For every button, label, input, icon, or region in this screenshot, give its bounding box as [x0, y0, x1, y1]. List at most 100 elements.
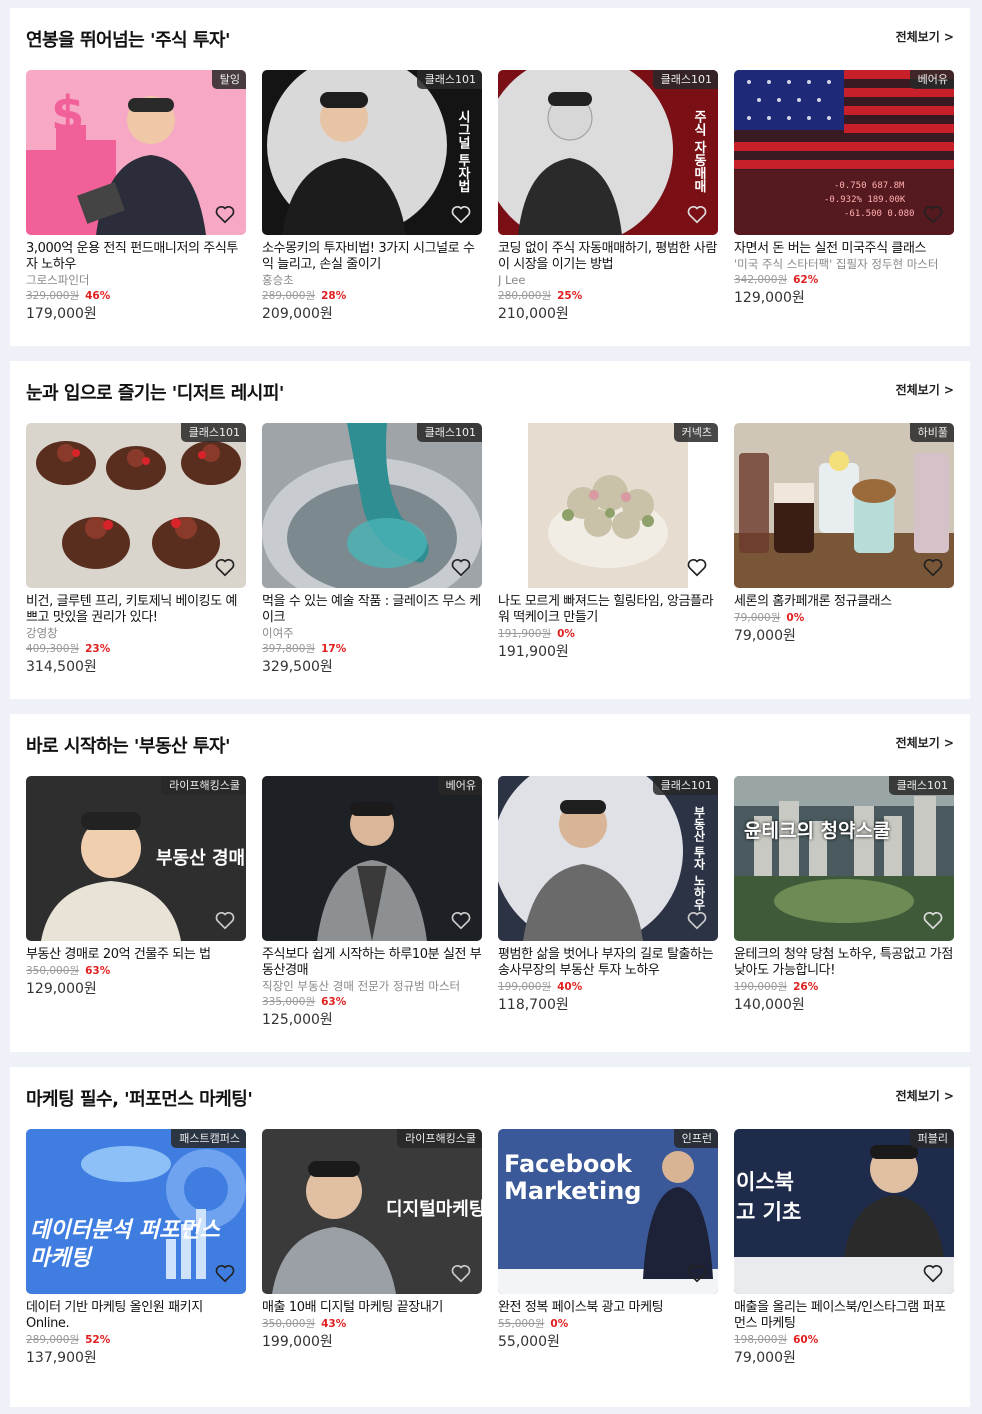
- section-real-estate: 바로 시작하는 '부동산 투자' 전체보기 > 부동산 경매 라이프해킹스쿨 부…: [10, 714, 970, 1052]
- provider-badge: 베어유: [909, 70, 954, 89]
- course-card[interactable]: 데이터분석 퍼포먼스마케팅 패스트캠퍼스 데이터 기반 마케팅 올인원 패키지 …: [26, 1129, 246, 1368]
- course-card[interactable]: 클래스101 먹을 수 있는 예술 작품 : 글레이즈 무스 케이크 이여주 3…: [262, 423, 482, 677]
- sale-price: 329,500원: [262, 659, 333, 675]
- course-card[interactable]: -0.750 687.8M -0.932% 189.00K -61.500 0.…: [734, 70, 954, 308]
- see-all-link[interactable]: 전체보기 >: [896, 28, 954, 45]
- sale-price: 209,000원: [262, 306, 333, 322]
- course-thumbnail[interactable]: Facebook Marketing 인프런: [498, 1129, 718, 1294]
- course-title[interactable]: 비건, 글루텐 프리, 키토제닉 베이킹도 예쁘고 맛있을 권리가 있다!: [26, 594, 246, 626]
- original-price: 350,000원: [262, 1318, 316, 1330]
- provider-badge: 커넥츠: [673, 423, 718, 442]
- course-thumbnail[interactable]: 데이터분석 퍼포먼스마케팅 패스트캠퍼스: [26, 1129, 246, 1294]
- course-card[interactable]: 베어유 주식보다 쉽게 시작하는 하루10분 실전 부동산경매 직장인 부동산 …: [262, 776, 482, 1030]
- course-thumbnail[interactable]: $ 탈잉: [26, 70, 246, 235]
- sale-price: 129,000원: [734, 290, 805, 306]
- heart-icon[interactable]: [214, 203, 236, 225]
- course-title[interactable]: 데이터 기반 마케팅 올인원 패키지 Online.: [26, 1300, 246, 1332]
- course-title[interactable]: 먹을 수 있는 예술 작품 : 글레이즈 무스 케이크: [262, 594, 482, 626]
- provider-badge: 클래스101: [652, 70, 718, 89]
- course-title[interactable]: 매출을 올리는 페이스북/인스타그램 퍼포먼스 마케팅: [734, 1300, 954, 1332]
- discount-rate: 17%: [321, 643, 347, 655]
- course-thumbnail[interactable]: 클래스101: [262, 423, 482, 588]
- discount-rate: 43%: [321, 1318, 347, 1330]
- course-card[interactable]: $ 탈잉 3,000억 운용 전직 펀드매니저의 주식투자 노하우 그로스파인더…: [26, 70, 246, 324]
- course-title[interactable]: 자면서 돈 버는 실전 미국주식 클래스: [734, 241, 954, 257]
- heart-icon[interactable]: [922, 1262, 944, 1284]
- course-card[interactable]: 부동산 투자 노하우 클래스101 평범한 삶을 벗어나 부자의 길로 탈출하는…: [498, 776, 718, 1015]
- heart-icon[interactable]: [686, 909, 708, 931]
- course-thumbnail[interactable]: 디지털마케팅 라이프해킹스쿨: [262, 1129, 482, 1294]
- see-all-link[interactable]: 전체보기 >: [896, 381, 954, 398]
- see-all-link[interactable]: 전체보기 >: [896, 1087, 954, 1104]
- svg-text:-61.500 0.080: -61.500 0.080: [844, 209, 914, 219]
- thumbnail-image: $: [26, 70, 246, 235]
- course-title[interactable]: 윤테크의 청약 당첨 노하우, 특공없고 가점 낮아도 가능합니다!: [734, 947, 954, 979]
- course-card[interactable]: 부동산 경매 라이프해킹스쿨 부동산 경매로 20억 건물주 되는 법 350,…: [26, 776, 246, 999]
- heart-icon[interactable]: [450, 909, 472, 931]
- thumbnail-image: -0.750 687.8M -0.932% 189.00K -61.500 0.…: [734, 70, 954, 235]
- course-title[interactable]: 주식보다 쉽게 시작하는 하루10분 실전 부동산경매: [262, 947, 482, 979]
- discount-rate: 0%: [557, 628, 575, 640]
- course-thumbnail[interactable]: 베어유: [262, 776, 482, 941]
- course-card[interactable]: 주식 자동매매 클래스101 코딩 없이 주식 자동매매하기, 평범한 사람이 …: [498, 70, 718, 324]
- discount-rate: 63%: [321, 996, 347, 1008]
- course-card[interactable]: 커넥츠 나도 모르게 빠져드는 힐링타임, 앙금플라워 떡케이크 만들기 191…: [498, 423, 718, 662]
- course-title[interactable]: 완전 정복 페이스북 광고 마케팅: [498, 1300, 718, 1316]
- heart-icon[interactable]: [922, 556, 944, 578]
- course-title[interactable]: 코딩 없이 주식 자동매매하기, 평범한 사람이 시장을 이기는 방법: [498, 241, 718, 273]
- heart-icon[interactable]: [922, 203, 944, 225]
- heart-icon[interactable]: [450, 1262, 472, 1284]
- provider-badge: 라이프해킹스쿨: [161, 776, 246, 795]
- see-all-link[interactable]: 전체보기 >: [896, 734, 954, 751]
- heart-icon[interactable]: [450, 203, 472, 225]
- course-thumbnail[interactable]: 윤테크의 청약스쿨 클래스101: [734, 776, 954, 941]
- course-card[interactable]: 윤테크의 청약스쿨 클래스101 윤테크의 청약 당첨 노하우, 특공없고 가점…: [734, 776, 954, 1015]
- heart-icon[interactable]: [214, 909, 236, 931]
- provider-badge: 클래스101: [652, 776, 718, 795]
- discount-rate: 63%: [85, 965, 111, 977]
- course-title[interactable]: 소수몽키의 투자비법! 3가지 시그널로 수익 늘리고, 손실 줄이기: [262, 241, 482, 273]
- discount-rate: 23%: [85, 643, 111, 655]
- heart-icon[interactable]: [686, 203, 708, 225]
- course-card[interactable]: 시그널 투자법 클래스101 소수몽키의 투자비법! 3가지 시그널로 수익 늘…: [262, 70, 482, 324]
- course-title[interactable]: 세론의 홈카페개론 정규클래스: [734, 594, 954, 610]
- thumbnail-caption: 데이터분석 퍼포먼스마케팅: [30, 1218, 220, 1271]
- course-card[interactable]: Facebook Marketing 인프런 완전 정복 페이스북 광고 마케팅…: [498, 1129, 718, 1352]
- course-card[interactable]: 디지털마케팅 라이프해킹스쿨 매출 10배 디지털 마케팅 끝장내기 350,0…: [262, 1129, 482, 1352]
- course-thumbnail[interactable]: 주식 자동매매 클래스101: [498, 70, 718, 235]
- heart-icon[interactable]: [214, 556, 236, 578]
- original-price: 198,000원: [734, 1334, 788, 1346]
- heart-icon[interactable]: [922, 909, 944, 931]
- course-title[interactable]: 나도 모르게 빠져드는 힐링타임, 앙금플라워 떡케이크 만들기: [498, 594, 718, 626]
- original-price: 199,000원: [498, 981, 552, 993]
- course-thumbnail[interactable]: 클래스101: [26, 423, 246, 588]
- course-thumbnail[interactable]: -0.750 687.8M -0.932% 189.00K -61.500 0.…: [734, 70, 954, 235]
- course-card[interactable]: 이스북 고 기초 퍼블리 매출을 올리는 페이스북/인스타그램 퍼포먼스 마케팅…: [734, 1129, 954, 1368]
- sale-price: 210,000원: [498, 306, 569, 322]
- course-thumbnail[interactable]: 부동산 투자 노하우 클래스101: [498, 776, 718, 941]
- heart-icon[interactable]: [214, 1262, 236, 1284]
- course-thumbnail[interactable]: 부동산 경매 라이프해킹스쿨: [26, 776, 246, 941]
- provider-badge: 베어유: [437, 776, 482, 795]
- course-title[interactable]: 3,000억 운용 전직 펀드매니저의 주식투자 노하우: [26, 241, 246, 273]
- course-title[interactable]: 부동산 경매로 20억 건물주 되는 법: [26, 947, 246, 963]
- provider-badge: 클래스101: [180, 423, 246, 442]
- course-title[interactable]: 매출 10배 디지털 마케팅 끝장내기: [262, 1300, 482, 1316]
- discount-rate: 46%: [85, 290, 111, 302]
- thumbnail-caption: 디지털마케팅: [386, 1199, 482, 1220]
- discount-rate: 28%: [321, 290, 347, 302]
- course-card[interactable]: 하비풀 세론의 홈카페개론 정규클래스 79,000원 0% 79,000원: [734, 423, 954, 646]
- heart-icon[interactable]: [686, 556, 708, 578]
- course-thumbnail[interactable]: 이스북 고 기초 퍼블리: [734, 1129, 954, 1294]
- heart-icon[interactable]: [450, 556, 472, 578]
- heart-icon[interactable]: [686, 1262, 708, 1284]
- course-card[interactable]: 클래스101 비건, 글루텐 프리, 키토제닉 베이킹도 예쁘고 맛있을 권리가…: [26, 423, 246, 677]
- course-title[interactable]: 평범한 삶을 벗어나 부자의 길로 탈출하는 송사무장의 부동산 투자 노하우: [498, 947, 718, 979]
- course-author: 강영창: [26, 626, 58, 640]
- sale-price: 79,000원: [734, 628, 796, 644]
- section-title: 마케팅 필수, '퍼포먼스 마케팅': [26, 1089, 253, 1110]
- course-thumbnail[interactable]: 시그널 투자법 클래스101: [262, 70, 482, 235]
- course-thumbnail[interactable]: 하비풀: [734, 423, 954, 588]
- course-thumbnail[interactable]: 커넥츠: [498, 423, 718, 588]
- discount-rate: 25%: [557, 290, 583, 302]
